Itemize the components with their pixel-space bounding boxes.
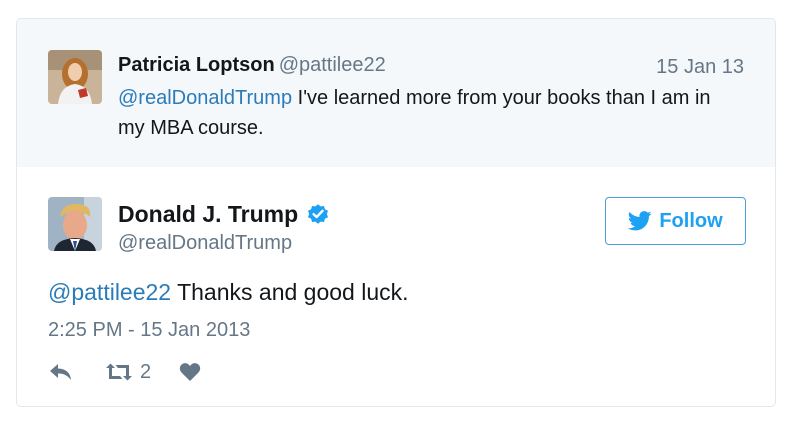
twitter-bird-icon [628, 211, 652, 231]
main-tweet-timestamp[interactable]: 2:25 PM - 15 Jan 2013 [48, 317, 250, 343]
main-author-name-row: Donald J. Trump [118, 199, 330, 229]
retweet-count: 2 [140, 360, 152, 383]
main-tweet-text: @pattilee22 Thanks and good luck. [48, 277, 409, 307]
quoted-author-avatar[interactable] [48, 50, 102, 104]
profile-photo-woman-icon [48, 50, 102, 104]
like-button[interactable] [179, 362, 201, 382]
tweet-actions: 2 [48, 357, 201, 387]
main-author-name[interactable]: Donald J. Trump [118, 199, 298, 229]
main-mention-link[interactable]: @pattilee22 [48, 279, 171, 305]
main-author-avatar[interactable] [48, 197, 102, 251]
tweet-embed-card: Patricia Loptson @pattilee22 15 Jan 13 @r… [16, 18, 776, 407]
verified-badge-icon [308, 204, 329, 224]
follow-button-label: Follow [659, 209, 723, 232]
profile-photo-man-icon [48, 197, 102, 251]
quoted-tweet-text: @realDonaldTrump I've learned more from … [118, 83, 738, 143]
quoted-tweet[interactable]: Patricia Loptson @pattilee22 15 Jan 13 @r… [17, 19, 775, 167]
retweet-icon [106, 363, 132, 381]
quoted-tweet-date[interactable]: 15 Jan 13 [656, 54, 744, 80]
quoted-author-header: Patricia Loptson @pattilee22 [118, 52, 386, 78]
heart-icon [179, 363, 201, 381]
quoted-author-handle[interactable]: @pattilee22 [279, 54, 386, 76]
reply-button[interactable] [48, 362, 74, 382]
quoted-author-name[interactable]: Patricia Loptson [118, 54, 275, 76]
quoted-mention-link[interactable]: @realDonaldTrump [118, 87, 292, 109]
follow-button[interactable]: Follow [605, 197, 746, 245]
reply-icon [50, 364, 71, 380]
main-author-handle[interactable]: @realDonaldTrump [118, 230, 292, 256]
retweet-button[interactable]: 2 [104, 361, 151, 384]
main-tweet-body: Thanks and good luck. [171, 279, 409, 305]
